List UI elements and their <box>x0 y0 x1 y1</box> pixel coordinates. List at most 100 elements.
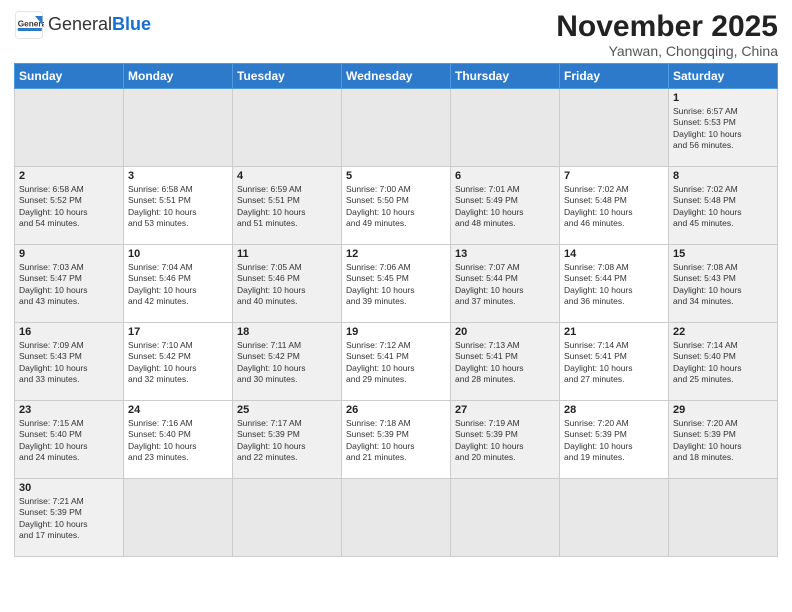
day-cell: 6 Sunrise: 7:01 AMSunset: 5:49 PMDaylight… <box>451 167 560 245</box>
day-cell: 24 Sunrise: 7:16 AMSunset: 5:40 PMDayligh… <box>124 401 233 479</box>
day-cell: 28 Sunrise: 7:20 AMSunset: 5:39 PMDayligh… <box>560 401 669 479</box>
logo-icon: General <box>14 10 44 40</box>
weekday-wednesday: Wednesday <box>342 64 451 89</box>
day-info: Sunrise: 7:19 AMSunset: 5:39 PMDaylight:… <box>455 418 555 464</box>
day-number: 19 <box>346 326 446 338</box>
day-cell: 4 Sunrise: 6:59 AMSunset: 5:51 PMDaylight… <box>233 167 342 245</box>
day-cell: 5 Sunrise: 7:00 AMSunset: 5:50 PMDaylight… <box>342 167 451 245</box>
day-number: 22 <box>673 326 773 338</box>
logo: General GeneralBlue <box>14 10 151 40</box>
day-info: Sunrise: 7:18 AMSunset: 5:39 PMDaylight:… <box>346 418 446 464</box>
day-cell <box>233 479 342 557</box>
day-number: 23 <box>19 404 119 416</box>
day-info: Sunrise: 7:15 AMSunset: 5:40 PMDaylight:… <box>19 418 119 464</box>
day-number: 10 <box>128 248 228 260</box>
day-info: Sunrise: 7:11 AMSunset: 5:42 PMDaylight:… <box>237 340 337 386</box>
day-cell <box>342 89 451 167</box>
day-cell: 16Sunrise: 7:09 AMSunset: 5:43 PMDayligh… <box>15 323 124 401</box>
day-info: Sunrise: 7:14 AMSunset: 5:41 PMDaylight:… <box>564 340 664 386</box>
day-cell: 26Sunrise: 7:18 AMSunset: 5:39 PMDayligh… <box>342 401 451 479</box>
logo-text: GeneralBlue <box>48 15 151 35</box>
day-number: 6 <box>455 170 555 182</box>
day-cell <box>560 89 669 167</box>
day-info: Sunrise: 7:08 AMSunset: 5:44 PMDaylight:… <box>564 262 664 308</box>
week-row-6: 30 Sunrise: 7:21 AMSunset: 5:39 PMDayligh… <box>15 479 778 557</box>
week-row-4: 16Sunrise: 7:09 AMSunset: 5:43 PMDayligh… <box>15 323 778 401</box>
day-number: 11 <box>237 248 337 260</box>
day-cell: 3Sunrise: 6:58 AMSunset: 5:51 PMDaylight… <box>124 167 233 245</box>
day-number: 30 <box>19 482 119 494</box>
weekday-sunday: Sunday <box>15 64 124 89</box>
day-info: Sunrise: 7:02 AMSunset: 5:48 PMDaylight:… <box>673 184 773 230</box>
day-number: 17 <box>128 326 228 338</box>
weekday-header-row: SundayMondayTuesdayWednesdayThursdayFrid… <box>15 64 778 89</box>
day-info: Sunrise: 7:13 AMSunset: 5:41 PMDaylight:… <box>455 340 555 386</box>
day-number: 8 <box>673 170 773 182</box>
day-info: Sunrise: 6:58 AMSunset: 5:51 PMDaylight:… <box>128 184 228 230</box>
day-cell <box>124 479 233 557</box>
day-number: 27 <box>455 404 555 416</box>
day-number: 28 <box>564 404 664 416</box>
day-info: Sunrise: 7:21 AMSunset: 5:39 PMDaylight:… <box>19 496 119 542</box>
day-info: Sunrise: 7:03 AMSunset: 5:47 PMDaylight:… <box>19 262 119 308</box>
day-cell: 1Sunrise: 6:57 AMSunset: 5:53 PMDaylight… <box>669 89 778 167</box>
day-cell: 2 Sunrise: 6:58 AMSunset: 5:52 PMDaylight… <box>15 167 124 245</box>
day-cell: 23 Sunrise: 7:15 AMSunset: 5:40 PMDayligh… <box>15 401 124 479</box>
day-cell: 13Sunrise: 7:07 AMSunset: 5:44 PMDayligh… <box>451 245 560 323</box>
day-cell: 30 Sunrise: 7:21 AMSunset: 5:39 PMDayligh… <box>15 479 124 557</box>
day-number: 7 <box>564 170 664 182</box>
location: Yanwan, Chongqing, China <box>556 43 778 59</box>
day-cell <box>15 89 124 167</box>
day-info: Sunrise: 7:20 AMSunset: 5:39 PMDaylight:… <box>564 418 664 464</box>
weekday-friday: Friday <box>560 64 669 89</box>
day-cell <box>451 479 560 557</box>
day-number: 29 <box>673 404 773 416</box>
day-cell: 20Sunrise: 7:13 AMSunset: 5:41 PMDayligh… <box>451 323 560 401</box>
day-cell: 25 Sunrise: 7:17 AMSunset: 5:39 PMDayligh… <box>233 401 342 479</box>
day-info: Sunrise: 7:00 AMSunset: 5:50 PMDaylight:… <box>346 184 446 230</box>
weekday-monday: Monday <box>124 64 233 89</box>
day-cell: 22 Sunrise: 7:14 AMSunset: 5:40 PMDayligh… <box>669 323 778 401</box>
day-info: Sunrise: 6:58 AMSunset: 5:52 PMDaylight:… <box>19 184 119 230</box>
day-number: 2 <box>19 170 119 182</box>
day-cell <box>342 479 451 557</box>
day-info: Sunrise: 7:14 AMSunset: 5:40 PMDaylight:… <box>673 340 773 386</box>
day-info: Sunrise: 7:09 AMSunset: 5:43 PMDaylight:… <box>19 340 119 386</box>
day-info: Sunrise: 6:59 AMSunset: 5:51 PMDaylight:… <box>237 184 337 230</box>
day-cell: 9 Sunrise: 7:03 AMSunset: 5:47 PMDaylight… <box>15 245 124 323</box>
day-info: Sunrise: 7:04 AMSunset: 5:46 PMDaylight:… <box>128 262 228 308</box>
week-row-2: 2 Sunrise: 6:58 AMSunset: 5:52 PMDaylight… <box>15 167 778 245</box>
day-cell: 18Sunrise: 7:11 AMSunset: 5:42 PMDayligh… <box>233 323 342 401</box>
day-cell: 15Sunrise: 7:08 AMSunset: 5:43 PMDayligh… <box>669 245 778 323</box>
day-info: Sunrise: 6:57 AMSunset: 5:53 PMDaylight:… <box>673 106 773 152</box>
day-number: 15 <box>673 248 773 260</box>
day-number: 14 <box>564 248 664 260</box>
header: General GeneralBlue November 2025 Yanwan… <box>14 10 778 59</box>
day-info: Sunrise: 7:02 AMSunset: 5:48 PMDaylight:… <box>564 184 664 230</box>
day-info: Sunrise: 7:16 AMSunset: 5:40 PMDaylight:… <box>128 418 228 464</box>
day-cell: 29Sunrise: 7:20 AMSunset: 5:39 PMDayligh… <box>669 401 778 479</box>
day-cell <box>669 479 778 557</box>
week-row-3: 9 Sunrise: 7:03 AMSunset: 5:47 PMDaylight… <box>15 245 778 323</box>
day-number: 24 <box>128 404 228 416</box>
month-title: November 2025 <box>556 10 778 43</box>
day-cell: 21 Sunrise: 7:14 AMSunset: 5:41 PMDayligh… <box>560 323 669 401</box>
day-cell: 27 Sunrise: 7:19 AMSunset: 5:39 PMDayligh… <box>451 401 560 479</box>
day-number: 9 <box>19 248 119 260</box>
weekday-thursday: Thursday <box>451 64 560 89</box>
day-info: Sunrise: 7:07 AMSunset: 5:44 PMDaylight:… <box>455 262 555 308</box>
weekday-saturday: Saturday <box>669 64 778 89</box>
day-cell: 11Sunrise: 7:05 AMSunset: 5:46 PMDayligh… <box>233 245 342 323</box>
day-number: 5 <box>346 170 446 182</box>
day-cell: 19Sunrise: 7:12 AMSunset: 5:41 PMDayligh… <box>342 323 451 401</box>
day-number: 4 <box>237 170 337 182</box>
day-number: 21 <box>564 326 664 338</box>
week-row-5: 23 Sunrise: 7:15 AMSunset: 5:40 PMDayligh… <box>15 401 778 479</box>
week-row-1: 1Sunrise: 6:57 AMSunset: 5:53 PMDaylight… <box>15 89 778 167</box>
day-cell: 8 Sunrise: 7:02 AMSunset: 5:48 PMDaylight… <box>669 167 778 245</box>
day-cell: 7 Sunrise: 7:02 AMSunset: 5:48 PMDaylight… <box>560 167 669 245</box>
day-cell <box>233 89 342 167</box>
day-number: 25 <box>237 404 337 416</box>
day-info: Sunrise: 7:17 AMSunset: 5:39 PMDaylight:… <box>237 418 337 464</box>
day-info: Sunrise: 7:01 AMSunset: 5:49 PMDaylight:… <box>455 184 555 230</box>
